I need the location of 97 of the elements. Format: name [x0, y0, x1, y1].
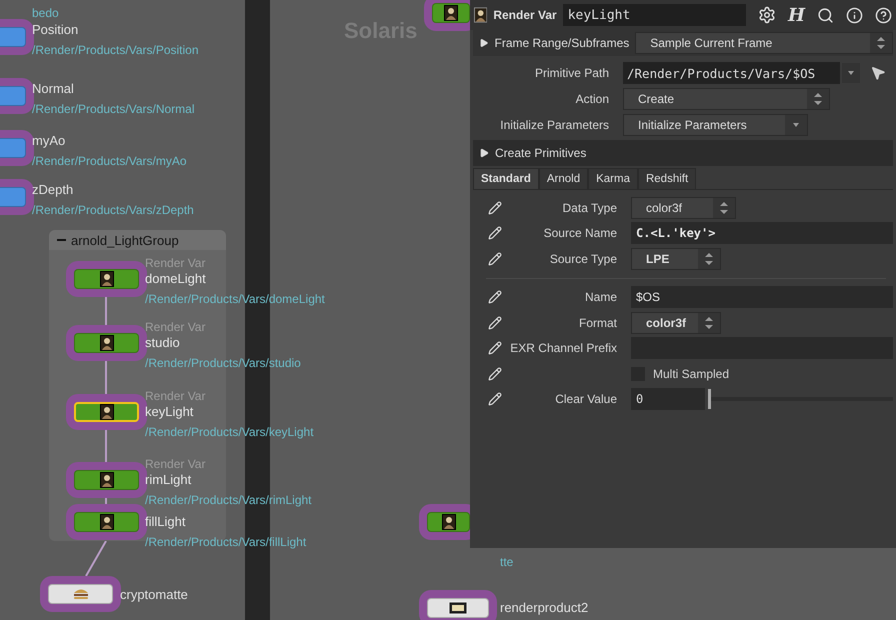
parameter-label: EXR Channel Prefix: [509, 341, 617, 356]
node-path: /Render/Products/Vars/rimLight: [145, 494, 312, 506]
folder-label: Frame Range/Subframes: [494, 36, 630, 50]
parameter-label: Source Type: [548, 252, 617, 266]
node-type-label: Render Var: [493, 8, 557, 22]
node-name: domeLight: [145, 272, 206, 285]
connection-line: [84, 541, 108, 576]
dropdown[interactable]: Initialize Parameters: [623, 114, 808, 136]
node-path: /Render/Products/Vars/zDepth: [32, 204, 194, 216]
node-path: tte: [500, 556, 514, 568]
tab[interactable]: Karma: [588, 168, 638, 189]
node-path: /Render/Products/Vars/myAo: [32, 155, 187, 167]
node-path: /Render/Products/Vars/Position: [32, 44, 199, 56]
spinner-arrows-icon[interactable]: [807, 89, 829, 109]
parameter-label: Initialize Parameters: [499, 118, 609, 132]
burger-icon: [72, 588, 88, 600]
node-name: renderproduct2: [500, 601, 588, 614]
checkbox-label: Multi Sampled: [653, 366, 730, 381]
render-var-node[interactable]: [432, 3, 470, 23]
node-name-field[interactable]: keyLight: [562, 4, 746, 26]
node-path: bedo: [32, 7, 59, 19]
help-logo-button[interactable]: H: [788, 4, 805, 26]
node-name: myAo: [32, 134, 66, 147]
parameter-label: Primitive Path: [534, 66, 609, 80]
parameter-label: Name: [584, 290, 617, 304]
pencil-icon[interactable]: [488, 341, 502, 356]
dropdown[interactable]: Create: [623, 88, 830, 110]
pencil-icon[interactable]: [488, 366, 502, 381]
help-icon[interactable]: [875, 6, 892, 24]
text-field[interactable]: C.<L.'key'>: [631, 222, 893, 244]
node-name: studio: [145, 336, 180, 349]
pencil-icon[interactable]: [488, 252, 502, 266]
parameter-label: Clear Value: [554, 392, 617, 406]
node-name: rimLight: [145, 473, 192, 486]
pencil-icon[interactable]: [488, 392, 502, 406]
text-field[interactable]: $OS: [631, 286, 893, 308]
portrait-icon: [100, 472, 114, 488]
expand-icon[interactable]: [479, 38, 489, 48]
spinner-arrows-icon[interactable]: [698, 248, 720, 269]
dropdown[interactable]: Sample Current Frame: [635, 32, 893, 54]
node-name: Normal: [32, 82, 74, 95]
portrait-icon: [100, 514, 114, 530]
info-icon[interactable]: [846, 6, 863, 24]
dropdown[interactable]: LPE: [631, 248, 721, 270]
network-box-title: arnold_LightGroup: [71, 232, 179, 248]
dropdown[interactable]: color3f: [631, 196, 736, 219]
node-name: Position: [32, 23, 78, 36]
portrait-icon[interactable]: [474, 6, 488, 24]
slider-handle[interactable]: [708, 389, 711, 410]
node-name: cryptomatte: [120, 588, 188, 601]
path-field[interactable]: /Render/Products/Vars/$OS: [623, 62, 840, 84]
parameter-label: Action: [574, 92, 609, 106]
connection-line: [105, 297, 107, 325]
portrait-icon: [444, 5, 458, 21]
parameter-label: Format: [578, 316, 617, 330]
portrait-icon: [442, 514, 456, 530]
connection-line: [105, 430, 107, 462]
tab[interactable]: Redshift: [638, 168, 696, 189]
settings-icon[interactable]: [758, 6, 776, 24]
portrait-icon: [100, 404, 114, 420]
pencil-icon[interactable]: [488, 316, 502, 330]
render-var-node[interactable]: [74, 333, 139, 353]
network-node[interactable]: [427, 598, 489, 618]
pencil-icon[interactable]: [488, 200, 502, 215]
render-var-node[interactable]: [427, 512, 470, 532]
network-box-title-bar[interactable]: arnold_LightGroup: [49, 230, 226, 250]
node-name: keyLight: [145, 405, 194, 418]
parameter-label: Data Type: [562, 200, 617, 215]
spinner-arrows-icon[interactable]: [698, 312, 720, 333]
node-name: fillLight: [145, 515, 186, 528]
network-node[interactable]: [48, 584, 113, 604]
parameter-label: Source Name: [542, 226, 617, 240]
film-icon: [449, 602, 467, 614]
render-var-node[interactable]: [74, 470, 139, 490]
node-name: zDepth: [32, 183, 74, 196]
pencil-icon[interactable]: [488, 290, 502, 304]
number-field[interactable]: 0: [631, 388, 705, 410]
node-path: /Render/Products/Vars/domeLight: [145, 293, 325, 305]
node-path: /Render/Products/Vars/Normal: [32, 103, 195, 115]
spinner-arrows-icon[interactable]: [870, 33, 892, 53]
expand-icon[interactable]: [479, 148, 489, 158]
portrait-icon: [100, 335, 114, 351]
pointer-icon[interactable]: [870, 65, 886, 81]
search-icon[interactable]: [817, 6, 834, 24]
render-var-node[interactable]: [74, 269, 139, 289]
tab[interactable]: Arnold: [538, 168, 588, 189]
node-path: /Render/Products/Vars/keyLight: [145, 426, 314, 438]
tab[interactable]: Standard: [473, 168, 539, 189]
dropdown[interactable]: color3f: [631, 312, 721, 334]
connection-line: [105, 361, 107, 394]
portrait-icon: [100, 271, 114, 287]
render-var-node[interactable]: [74, 402, 139, 422]
node-path: /Render/Products/Vars/fillLight: [145, 536, 306, 548]
render-var-node[interactable]: [74, 512, 139, 532]
folder-label: Create Primitives: [495, 146, 586, 160]
spinner-arrows-icon[interactable]: [713, 198, 735, 218]
pencil-icon[interactable]: [488, 226, 502, 240]
